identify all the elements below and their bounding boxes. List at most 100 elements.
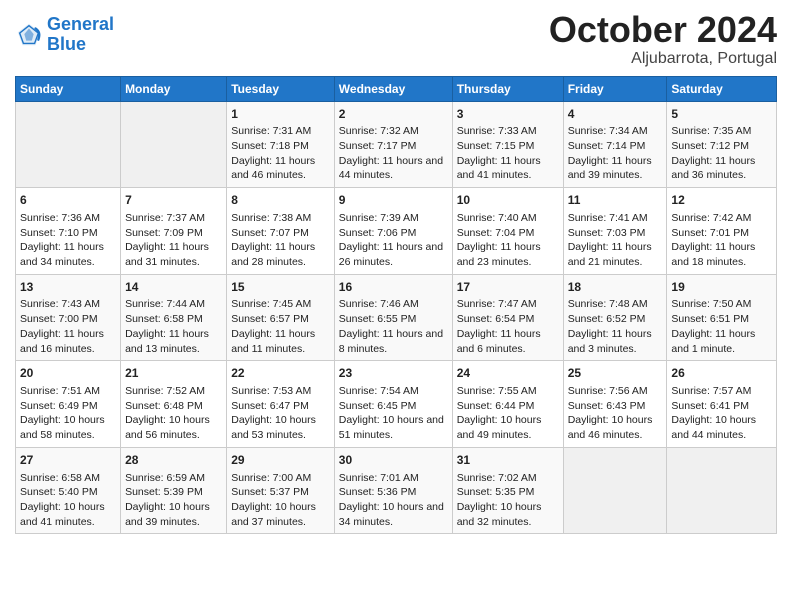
day-number: 19 [671, 279, 772, 296]
sunrise-text: Sunrise: 7:33 AM [457, 125, 537, 137]
calendar-cell: 4Sunrise: 7:34 AMSunset: 7:14 PMDaylight… [563, 101, 667, 188]
sunset-text: Sunset: 7:12 PM [671, 140, 749, 152]
sunset-text: Sunset: 7:15 PM [457, 140, 535, 152]
sunset-text: Sunset: 6:44 PM [457, 400, 535, 412]
calendar-cell: 17Sunrise: 7:47 AMSunset: 6:54 PMDayligh… [452, 274, 563, 361]
calendar-cell: 3 Sunrise: 7:33 AM Sunset: 7:15 PM Daylight… [452, 101, 563, 188]
daylight-text: Daylight: 11 hours and 46 minutes. [231, 155, 315, 182]
calendar-table: SundayMondayTuesdayWednesdayThursdayFrid… [15, 76, 777, 535]
day-number: 21 [125, 365, 222, 382]
calendar-cell: 11Sunrise: 7:41 AMSunset: 7:03 PMDayligh… [563, 188, 667, 275]
calendar-cell: 15Sunrise: 7:45 AMSunset: 6:57 PMDayligh… [227, 274, 335, 361]
day-number: 12 [671, 192, 772, 209]
day-number: 17 [457, 279, 559, 296]
sunrise-text: Sunrise: 7:44 AM [125, 298, 205, 310]
daylight-text: Daylight: 10 hours and 46 minutes. [568, 414, 653, 441]
calendar-cell: 24Sunrise: 7:55 AMSunset: 6:44 PMDayligh… [452, 361, 563, 448]
calendar-cell: 7 Sunrise: 7:37 AM Sunset: 7:09 PM Daylight… [121, 188, 227, 275]
sunrise-text: Sunrise: 7:34 AM [568, 125, 648, 137]
sunset-text: Sunset: 7:09 PM [125, 227, 203, 239]
weekday-header-row: SundayMondayTuesdayWednesdayThursdayFrid… [16, 76, 777, 101]
sunset-text: Sunset: 7:07 PM [231, 227, 309, 239]
day-number: 14 [125, 279, 222, 296]
daylight-text: Daylight: 11 hours and 34 minutes. [20, 241, 104, 268]
daylight-text: Daylight: 11 hours and 13 minutes. [125, 328, 209, 355]
weekday-header: Tuesday [227, 76, 335, 101]
logo-icon [15, 21, 43, 49]
daylight-text: Daylight: 10 hours and 32 minutes. [457, 501, 542, 528]
sunrise-text: Sunrise: 7:52 AM [125, 385, 205, 397]
daylight-text: Daylight: 11 hours and 28 minutes. [231, 241, 315, 268]
calendar-week-row: 13Sunrise: 7:43 AMSunset: 7:00 PMDayligh… [16, 274, 777, 361]
day-number: 4 [568, 106, 663, 123]
sunset-text: Sunset: 6:45 PM [339, 400, 417, 412]
daylight-text: Daylight: 10 hours and 44 minutes. [671, 414, 756, 441]
daylight-text: Daylight: 11 hours and 31 minutes. [125, 241, 209, 268]
sunrise-text: Sunrise: 7:42 AM [671, 212, 751, 224]
calendar-cell: 21 Sunrise: 7:52 AM Sunset: 6:48 PM Dayligh… [121, 361, 227, 448]
weekday-header: Monday [121, 76, 227, 101]
daylight-text: Daylight: 11 hours and 3 minutes. [568, 328, 652, 355]
sunrise-text: Sunrise: 7:41 AM [568, 212, 648, 224]
sunrise-text: Sunrise: 7:02 AM [457, 472, 537, 484]
sunrise-text: Sunrise: 7:43 AM [20, 298, 100, 310]
sunset-text: Sunset: 6:43 PM [568, 400, 646, 412]
sunset-text: Sunset: 7:17 PM [339, 140, 417, 152]
day-number: 7 [125, 192, 222, 209]
calendar-week-row: 20 Sunrise: 7:51 AM Sunset: 6:49 PM Dayligh… [16, 361, 777, 448]
daylight-text: Daylight: 10 hours and 58 minutes. [20, 414, 105, 441]
sunset-text: Sunset: 5:37 PM [231, 486, 309, 498]
calendar-cell [16, 101, 121, 188]
sunset-text: Sunset: 7:06 PM [339, 227, 417, 239]
daylight-text: Daylight: 10 hours and 39 minutes. [125, 501, 210, 528]
daylight-text: Daylight: 10 hours and 56 minutes. [125, 414, 210, 441]
sunset-text: Sunset: 5:39 PM [125, 486, 203, 498]
calendar-cell: 2Sunrise: 7:32 AMSunset: 7:17 PMDaylight… [334, 101, 452, 188]
sunset-text: Sunset: 7:03 PM [568, 227, 646, 239]
sunrise-text: Sunrise: 7:35 AM [671, 125, 751, 137]
sunset-text: Sunset: 7:00 PM [20, 313, 98, 325]
day-number: 31 [457, 452, 559, 469]
calendar-cell: 28Sunrise: 6:59 AMSunset: 5:39 PMDayligh… [121, 447, 227, 534]
sunset-text: Sunset: 5:35 PM [457, 486, 535, 498]
daylight-text: Daylight: 11 hours and 41 minutes. [457, 155, 541, 182]
calendar-cell: 26Sunrise: 7:57 AMSunset: 6:41 PMDayligh… [667, 361, 777, 448]
month-title: October 2024 [549, 10, 777, 50]
sunset-text: Sunset: 6:48 PM [125, 400, 203, 412]
daylight-text: Daylight: 11 hours and 36 minutes. [671, 155, 755, 182]
day-number: 23 [339, 365, 448, 382]
day-number: 20 [20, 365, 116, 382]
sunrise-text: Sunrise: 7:57 AM [671, 385, 751, 397]
calendar-cell [121, 101, 227, 188]
sunrise-text: Sunrise: 7:50 AM [671, 298, 751, 310]
day-number: 16 [339, 279, 448, 296]
daylight-text: Daylight: 11 hours and 1 minute. [671, 328, 755, 355]
logo-text: General Blue [47, 15, 114, 55]
daylight-text: Daylight: 11 hours and 26 minutes. [339, 241, 443, 268]
daylight-text: Daylight: 11 hours and 11 minutes. [231, 328, 315, 355]
day-number: 3 [457, 106, 559, 123]
calendar-week-row: 27Sunrise: 6:58 AMSunset: 5:40 PMDayligh… [16, 447, 777, 534]
sunrise-text: Sunrise: 7:51 AM [20, 385, 100, 397]
day-number: 15 [231, 279, 330, 296]
weekday-header: Wednesday [334, 76, 452, 101]
calendar-cell: 20 Sunrise: 7:51 AM Sunset: 6:49 PM Dayligh… [16, 361, 121, 448]
sunset-text: Sunset: 6:57 PM [231, 313, 309, 325]
sunset-text: Sunset: 7:04 PM [457, 227, 535, 239]
calendar-cell: 25Sunrise: 7:56 AMSunset: 6:43 PMDayligh… [563, 361, 667, 448]
day-number: 25 [568, 365, 663, 382]
sunset-text: Sunset: 6:49 PM [20, 400, 98, 412]
calendar-cell: 30Sunrise: 7:01 AMSunset: 5:36 PMDayligh… [334, 447, 452, 534]
calendar-cell: 14Sunrise: 7:44 AMSunset: 6:58 PMDayligh… [121, 274, 227, 361]
day-number: 1 [231, 106, 330, 123]
calendar-cell: 22Sunrise: 7:53 AMSunset: 6:47 PMDayligh… [227, 361, 335, 448]
sunrise-text: Sunrise: 7:37 AM [125, 212, 205, 224]
daylight-text: Daylight: 11 hours and 39 minutes. [568, 155, 652, 182]
day-number: 8 [231, 192, 330, 209]
sunrise-text: Sunrise: 7:46 AM [339, 298, 419, 310]
day-number: 6 [20, 192, 116, 209]
weekday-header: Thursday [452, 76, 563, 101]
sunrise-text: Sunrise: 7:38 AM [231, 212, 311, 224]
logo: General Blue [15, 15, 114, 55]
calendar-week-row: 6Sunrise: 7:36 AMSunset: 7:10 PMDaylight… [16, 188, 777, 275]
